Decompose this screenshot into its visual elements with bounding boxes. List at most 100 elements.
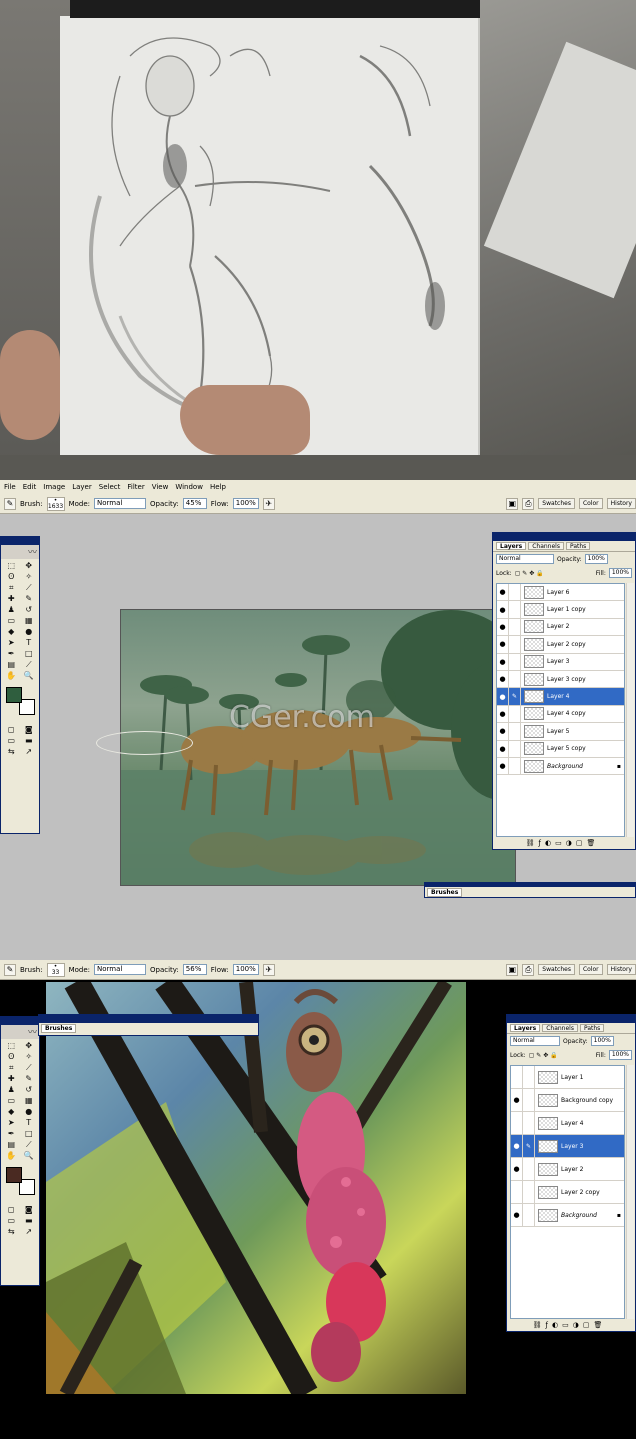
imageready-icon[interactable]: ↗ [21, 747, 38, 757]
tools-titlebar-2[interactable] [1, 1017, 39, 1025]
notes-icon[interactable]: ▤ [3, 660, 20, 670]
foreground-color[interactable] [6, 687, 22, 703]
canvas-creature[interactable] [46, 982, 466, 1394]
layer-row[interactable]: ● Layer 2 [497, 618, 624, 637]
layer-row[interactable]: Layer 1 [511, 1066, 624, 1089]
brush-tool-icon-2[interactable]: ✎ [21, 1074, 38, 1084]
link-slot[interactable] [523, 1066, 535, 1088]
marquee-icon-2[interactable]: ⬚ [3, 1041, 20, 1051]
brushes-titlebar[interactable] [425, 883, 635, 887]
fullscreen-icon[interactable]: ▬ [21, 736, 38, 746]
well-tab-color[interactable]: Color [578, 498, 603, 509]
link-slot[interactable] [523, 1204, 535, 1226]
layer-row[interactable]: Layer 2 copy [511, 1181, 624, 1204]
mode-select-2[interactable]: Normal [94, 964, 146, 975]
crop-icon-2[interactable]: ⌗ [3, 1063, 20, 1073]
eye-icon[interactable]: ● [497, 757, 509, 775]
lock-icons-2[interactable]: ▢ ✎ ✥ 🔒 [529, 1052, 558, 1059]
screen-mode-icon[interactable]: ▭ [3, 736, 20, 746]
link-slot[interactable] [509, 670, 521, 688]
brushes-tab[interactable]: Brushes [427, 888, 463, 897]
link-slot[interactable] [509, 636, 521, 653]
type-icon[interactable]: T [21, 638, 38, 648]
stamp-icon-2[interactable]: ♟ [3, 1085, 20, 1095]
standard-mode-icon-2[interactable]: ◻ [3, 1205, 20, 1215]
screen-mode-icon-2[interactable]: ▭ [3, 1216, 20, 1226]
menu-image[interactable]: Image [43, 483, 65, 491]
blend-mode-select-2[interactable]: Normal [510, 1036, 560, 1046]
layer-opacity-field[interactable]: 100% [584, 554, 608, 564]
folder-icon-2[interactable]: ▭ [562, 1321, 569, 1331]
brushes-titlebar-2[interactable] [39, 1015, 258, 1023]
brushes-palette-collapsed[interactable]: Brushes [424, 882, 636, 898]
eye-icon[interactable]: ● [497, 584, 509, 601]
well-tab-history[interactable]: History [606, 498, 636, 509]
foreground-color-2[interactable] [6, 1167, 22, 1183]
mask-icon-2[interactable]: ◐ [552, 1321, 558, 1331]
blur-icon[interactable]: ◆ [3, 627, 20, 637]
folder-icon[interactable]: ▭ [555, 839, 562, 849]
eye-icon[interactable]: ● [511, 1089, 523, 1111]
brush-icon[interactable]: ✎ [4, 497, 16, 510]
link-icon[interactable]: ⛓ [526, 839, 535, 849]
pen-icon-2[interactable]: ✒ [3, 1129, 20, 1139]
opacity-field[interactable]: 45% [182, 498, 207, 509]
file-browser-icon-2[interactable]: ▣ [506, 963, 519, 976]
eye-icon[interactable]: ● [497, 688, 509, 705]
layers-titlebar[interactable] [493, 533, 635, 541]
marquee-icon[interactable]: ⬚ [3, 561, 20, 571]
imageready-icon-2[interactable]: ↗ [21, 1227, 38, 1237]
menu-layer[interactable]: Layer [72, 483, 92, 491]
tab-layers-2[interactable]: Layers [510, 1024, 541, 1032]
history-brush-icon-2[interactable]: ↺ [21, 1085, 38, 1095]
brush-icon[interactable]: ✎ [523, 1135, 535, 1157]
trash-icon-2[interactable]: 🗑 [593, 1321, 602, 1331]
well-tab-color-2[interactable]: Color [578, 964, 603, 975]
blur-icon-2[interactable]: ◆ [3, 1107, 20, 1117]
path-select-icon[interactable]: ➤ [3, 638, 20, 648]
eye-icon[interactable]: ● [497, 705, 509, 723]
blend-mode-select[interactable]: Normal [496, 554, 554, 564]
shape-icon-2[interactable]: □ [21, 1129, 38, 1139]
adjustment-icon[interactable]: ◑ [566, 839, 572, 849]
layer-row[interactable]: ● Layer 4 copy [497, 705, 624, 724]
layer-row[interactable]: ● Background copy [511, 1089, 624, 1112]
eye-icon[interactable]: ● [511, 1204, 523, 1226]
gradient-icon[interactable]: ▦ [21, 616, 38, 626]
tab-channels-2[interactable]: Channels [542, 1024, 578, 1032]
well-tab-swatches[interactable]: Swatches [538, 498, 575, 509]
slice-icon-2[interactable]: ⟋ [21, 1063, 38, 1073]
flow-field-2[interactable]: 100% [232, 964, 259, 975]
menu-view[interactable]: View [152, 483, 169, 491]
tools-titlebar[interactable] [1, 537, 39, 545]
file-browser-icon[interactable]: ▣ [506, 497, 519, 510]
pen-icon[interactable]: ✒ [3, 649, 20, 659]
brush-tool-icon[interactable]: ✎ [21, 594, 38, 604]
link-slot[interactable] [523, 1112, 535, 1134]
link-slot[interactable] [509, 601, 521, 618]
well-tab-swatches-2[interactable]: Swatches [538, 964, 575, 975]
magic-wand-icon[interactable]: ✧ [21, 572, 38, 582]
tab-paths-2[interactable]: Paths [579, 1024, 605, 1032]
link-slot[interactable] [509, 584, 521, 601]
menu-file[interactable]: File [4, 483, 16, 491]
jump-to-icon-2[interactable]: ⇆ [3, 1227, 20, 1237]
print-icon[interactable]: ⎙ [522, 497, 535, 510]
print-icon-2[interactable]: ⎙ [522, 963, 535, 976]
eye-icon[interactable] [511, 1112, 523, 1134]
link-slot[interactable] [523, 1181, 535, 1203]
new-layer-icon[interactable]: ▢ [576, 839, 583, 849]
well-tab-history-2[interactable]: History [606, 964, 636, 975]
tab-layers[interactable]: Layers [496, 542, 527, 550]
fullscreen-icon-2[interactable]: ▬ [21, 1216, 38, 1226]
eye-icon[interactable]: ● [497, 653, 509, 670]
shape-icon[interactable]: □ [21, 649, 38, 659]
gradient-icon-2[interactable]: ▦ [21, 1096, 38, 1106]
eye-icon[interactable]: ● [497, 601, 509, 618]
link-slot[interactable] [509, 705, 521, 723]
layer-style-icon[interactable]: ƒ [539, 839, 541, 849]
layer-row[interactable]: ● ✎ Layer 4 [497, 688, 624, 706]
slice-icon[interactable]: ⟋ [21, 583, 38, 593]
lock-icons[interactable]: ▢ ✎ ✥ 🔒 [515, 570, 544, 577]
eye-icon[interactable]: ● [497, 740, 509, 757]
